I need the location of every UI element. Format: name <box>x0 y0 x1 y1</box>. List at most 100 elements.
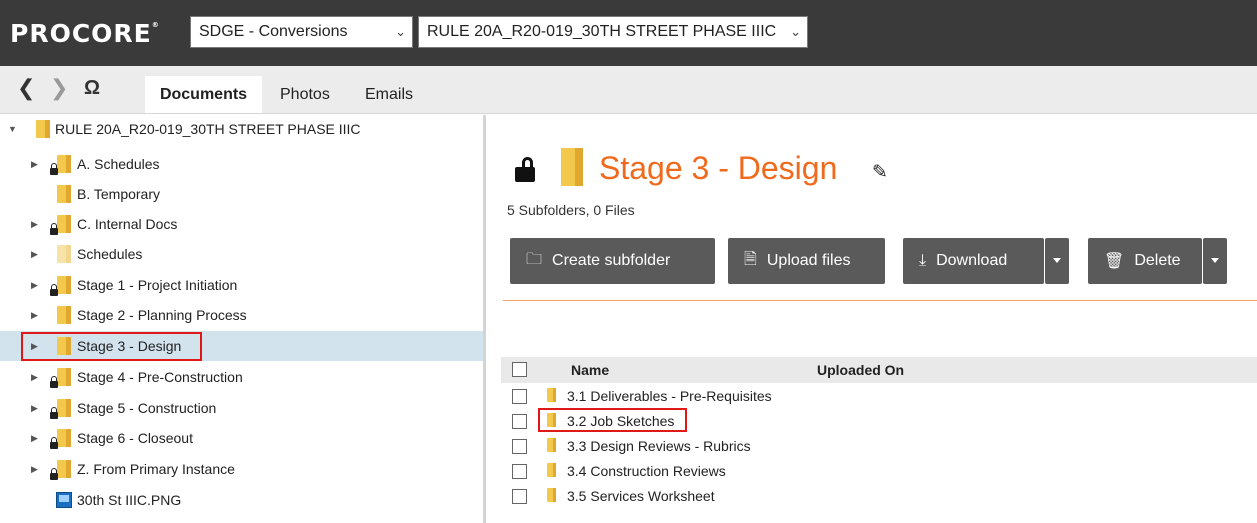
folder-icon <box>57 185 71 203</box>
delete-button[interactable]: 🗑 Delete <box>1088 238 1202 284</box>
folder-icon <box>57 245 71 263</box>
create-subfolder-label: Create subfolder <box>552 252 671 269</box>
upload-file-icon: 🗎 <box>744 250 757 268</box>
table-row[interactable]: 3.4 Construction Reviews <box>501 459 1257 484</box>
caret-right-icon[interactable]: ▶ <box>31 249 38 260</box>
download-icon: ⤓ <box>919 252 927 269</box>
folder-icon <box>547 488 556 502</box>
table-row[interactable]: 3.1 Deliverables - Pre-Requisites <box>501 384 1257 409</box>
company-selector[interactable]: SDGE - Conversions ⌄ <box>190 16 413 48</box>
download-dropdown-button[interactable] <box>1045 238 1069 284</box>
tree-item-stage-1[interactable]: ▶ Stage 1 - Project Initiation <box>0 270 483 300</box>
nav-bar: ❮ ❯ Ω Documents Photos Emails <box>0 66 1257 114</box>
trash-icon: 🗑 <box>1104 253 1125 270</box>
download-button[interactable]: ⤓ Download <box>903 238 1044 284</box>
tree-item-schedules[interactable]: ▶ Schedules <box>0 239 483 269</box>
tab-documents[interactable]: Documents <box>145 76 262 113</box>
caret-right-icon[interactable]: ▶ <box>31 219 38 230</box>
folder-icon <box>57 215 71 233</box>
folder-summary: 5 Subfolders, 0 Files <box>507 202 635 218</box>
tree-item-stage-6[interactable]: ▶ Stage 6 - Closeout <box>0 423 483 453</box>
top-bar: PROCORE® SDGE - Conversions ⌄ RULE 20A_R… <box>0 0 1257 66</box>
tree-item-c-internal-docs[interactable]: ▶ C. Internal Docs <box>0 209 483 239</box>
delete-label: Delete <box>1134 252 1181 269</box>
lock-icon <box>50 437 58 449</box>
table-row[interactable]: 3.3 Design Reviews - Rubrics <box>501 434 1257 459</box>
forward-arrow-icon[interactable]: ❯ <box>50 76 68 100</box>
upload-files-label: Upload files <box>766 252 851 269</box>
delete-dropdown-button[interactable] <box>1203 238 1227 284</box>
lock-icon <box>50 407 58 419</box>
tree-root-label: RULE 20A_R20-019_30TH STREET PHASE IIIC <box>55 121 361 137</box>
row-checkbox[interactable] <box>512 439 527 454</box>
folder-icon <box>57 155 71 173</box>
tree-item-label: A. Schedules <box>77 156 160 172</box>
highlight-box <box>21 332 202 361</box>
procore-logo[interactable]: PROCORE® <box>10 19 159 48</box>
tree-item-label: B. Temporary <box>77 186 160 202</box>
row-checkbox[interactable] <box>512 464 527 479</box>
upload-files-button[interactable]: 🗎 Upload files <box>728 238 885 284</box>
folder-icon <box>547 438 556 452</box>
column-header-name[interactable]: Name <box>571 362 609 378</box>
lock-icon <box>50 376 58 388</box>
tree-item-b-temporary[interactable]: B. Temporary <box>0 179 483 209</box>
caret-right-icon[interactable]: ▶ <box>31 310 38 321</box>
folder-icon <box>57 368 71 386</box>
caret-right-icon[interactable]: ▶ <box>31 464 38 475</box>
tree-item-label: Stage 6 - Closeout <box>77 430 193 446</box>
image-file-icon <box>56 492 72 508</box>
row-name: 3.3 Design Reviews - Rubrics <box>567 438 751 454</box>
tab-photos[interactable]: Photos <box>268 76 342 113</box>
tree-item-label: Stage 4 - Pre-Construction <box>77 369 243 385</box>
pencil-icon[interactable]: ✎ <box>872 161 888 184</box>
refresh-icon[interactable]: Ω <box>84 76 100 100</box>
caret-right-icon[interactable]: ▶ <box>31 403 38 414</box>
caret-right-icon[interactable]: ▶ <box>31 159 38 170</box>
folder-icon <box>561 148 583 186</box>
caret-right-icon[interactable]: ▶ <box>31 433 38 444</box>
lock-icon <box>50 223 58 235</box>
download-label: Download <box>936 252 1008 269</box>
caret-right-icon[interactable]: ▶ <box>31 280 38 291</box>
table-row[interactable]: 3.5 Services Worksheet <box>501 484 1257 509</box>
folder-icon <box>57 460 71 478</box>
tree-item-z-primary[interactable]: ▶ Z. From Primary Instance <box>0 454 483 484</box>
back-arrow-icon[interactable]: ❮ <box>17 76 35 100</box>
company-selector-label: SDGE - Conversions <box>199 23 348 40</box>
row-checkbox[interactable] <box>512 414 527 429</box>
lock-icon <box>50 284 58 296</box>
folder-icon <box>57 429 71 447</box>
tree-item-label: Stage 1 - Project Initiation <box>77 277 238 293</box>
tree-item-a-schedules[interactable]: ▶ A. Schedules <box>0 149 483 179</box>
divider <box>503 300 1257 301</box>
folder-icon <box>57 306 71 324</box>
column-header-uploaded-on[interactable]: Uploaded On <box>817 362 904 378</box>
caret-down-icon[interactable]: ▼ <box>8 124 17 134</box>
row-name: 3.4 Construction Reviews <box>567 463 726 479</box>
folder-detail-panel: Stage 3 - Design ✎ 5 Subfolders, 0 Files… <box>489 115 1257 523</box>
folder-icon <box>547 463 556 477</box>
caret-right-icon[interactable]: ▶ <box>31 372 38 383</box>
project-selector-label: RULE 20A_R20-019_30TH STREET PHASE IIIC <box>427 23 777 40</box>
chevron-down-icon: ⌄ <box>395 24 406 39</box>
lock-icon <box>50 163 58 175</box>
tree-root[interactable]: ▼ RULE 20A_R20-019_30TH STREET PHASE III… <box>0 117 483 141</box>
project-selector[interactable]: RULE 20A_R20-019_30TH STREET PHASE IIIC … <box>418 16 808 48</box>
tree-item-label: Schedules <box>77 246 143 262</box>
folder-title: Stage 3 - Design <box>599 150 838 186</box>
tree-item-stage-2[interactable]: ▶ Stage 2 - Planning Process <box>0 300 483 330</box>
tree-item-label: Z. From Primary Instance <box>77 461 235 477</box>
tree-item-stage-5[interactable]: ▶ Stage 5 - Construction <box>0 393 483 423</box>
tree-item-image-file[interactable]: 30th St IIIC.PNG <box>0 485 483 515</box>
tab-emails[interactable]: Emails <box>353 76 425 113</box>
folder-icon <box>547 388 556 402</box>
unlock-icon[interactable] <box>512 155 542 185</box>
row-checkbox[interactable] <box>512 389 527 404</box>
table-header: Name Uploaded On <box>501 357 1257 383</box>
select-all-checkbox[interactable] <box>512 362 527 377</box>
create-subfolder-button[interactable]: 🗀 Create subfolder <box>510 238 715 284</box>
tree-item-stage-4[interactable]: ▶ Stage 4 - Pre-Construction <box>0 362 483 392</box>
row-checkbox[interactable] <box>512 489 527 504</box>
new-folder-icon: 🗀 <box>526 250 543 268</box>
